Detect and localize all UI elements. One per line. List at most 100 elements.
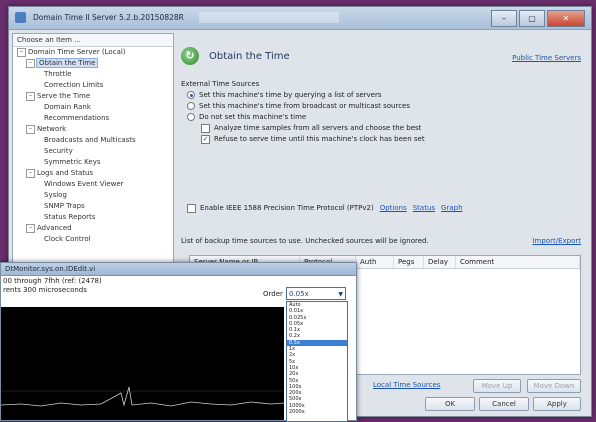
tree-item-label: Syslog	[44, 191, 67, 199]
ptp-options-link[interactable]: Options	[380, 204, 407, 212]
tree-item-label: Domain Rank	[44, 103, 91, 111]
option-label: Set this machine's time from broadcast o…	[199, 102, 411, 110]
tree-item-label: Serve the Time	[37, 92, 91, 100]
tree-item-label: Correction Limits	[44, 81, 104, 89]
source-radio-option[interactable]: Do not set this machine's time	[187, 112, 306, 122]
column-header[interactable]: Comment	[456, 256, 580, 268]
order-select-value: 0.05x	[289, 290, 309, 298]
maximize-button[interactable]: ▢	[519, 10, 545, 27]
tree-item[interactable]: – Obtain the Time	[13, 58, 173, 69]
tree-item[interactable]: Syslog	[13, 190, 173, 201]
collapse-icon[interactable]: –	[26, 58, 35, 68]
column-header[interactable]: Auth	[356, 256, 394, 268]
monitor-plot	[1, 307, 284, 420]
collapse-icon[interactable]: –	[26, 168, 35, 178]
tree-item[interactable]: Domain Rank	[13, 102, 173, 113]
tree-item[interactable]: Throttle	[13, 69, 173, 80]
tree-item-label: Domain Time Server (Local)	[28, 48, 126, 56]
ptp-checkbox[interactable]	[187, 203, 196, 213]
move-up-button[interactable]: Move Up	[473, 379, 521, 393]
radio-button[interactable]	[187, 91, 195, 99]
public-time-servers-link[interactable]: Public Time Servers	[512, 54, 581, 62]
page-title: Obtain the Time	[209, 51, 290, 62]
tree-item-label: Network	[37, 125, 67, 133]
source-check-option[interactable]: ✓ Refuse to serve time until this machine…	[201, 134, 425, 144]
order-select[interactable]: 0.05x ▼	[286, 287, 346, 300]
import-export-link[interactable]: Import/Export	[532, 237, 581, 245]
column-header[interactable]: Pegs	[394, 256, 424, 268]
move-down-button[interactable]: Move Down	[527, 379, 581, 393]
choose-item-header[interactable]: Choose an Item ...	[13, 34, 173, 47]
tree-item-label: Symmetric Keys	[44, 158, 101, 166]
local-time-sources-link[interactable]: Local Time Sources	[373, 381, 440, 389]
tree-item-label: Throttle	[44, 70, 72, 78]
tree-item[interactable]: Correction Limits	[13, 80, 173, 91]
plot-trace	[1, 386, 284, 407]
tree-item[interactable]: – Network	[13, 124, 173, 135]
tree-item[interactable]: Broadcasts and Multicasts	[13, 135, 173, 146]
ok-button[interactable]: OK	[425, 397, 475, 411]
option-label: Do not set this machine's time	[199, 113, 307, 121]
external-sources-label: External Time Sources	[181, 80, 260, 88]
window-title: Domain Time II Server 5.2.b.20150828R	[33, 13, 184, 22]
tree-item[interactable]: Symmetric Keys	[13, 157, 173, 168]
title-bar-blur	[199, 12, 339, 23]
order-label: Order	[263, 290, 283, 298]
source-radio-option[interactable]: Set this machine's time by querying a li…	[187, 90, 382, 100]
backup-sources-label: List of backup time sources to use. Unch…	[181, 237, 429, 245]
collapse-icon[interactable]: –	[26, 91, 35, 101]
tree-item-label: Logs and Status	[37, 169, 94, 177]
tree-item[interactable]: SNMP Traps	[13, 201, 173, 212]
ptp-status-link[interactable]: Status	[413, 204, 435, 212]
tree-item-label: Security	[44, 147, 73, 155]
column-header[interactable]: Delay	[424, 256, 456, 268]
tree-item[interactable]: – Serve the Time	[13, 91, 173, 102]
monitor-info: 00 through 7fhh (ref: (2478) rents 300 m…	[3, 277, 102, 295]
monitor-window: DtMonitor.sys.on.IDEdit.vi 00 through 7f…	[0, 262, 357, 422]
chevron-down-icon[interactable]: ▼	[338, 288, 343, 301]
cancel-button[interactable]: Cancel	[479, 397, 529, 411]
option-label: Set this machine's time by querying a li…	[199, 91, 382, 99]
tree-item-label: Advanced	[37, 224, 72, 232]
collapse-icon[interactable]: –	[26, 223, 35, 233]
monitor-info-line: rents 300 microseconds	[3, 286, 87, 294]
ptp-option[interactable]: Enable IEEE 1588 Precision Time Protocol…	[187, 203, 463, 213]
source-radio-option[interactable]: Set this machine's time from broadcast o…	[187, 101, 410, 111]
radio-button[interactable]	[187, 113, 195, 121]
tree-item[interactable]: Clock Control	[13, 234, 173, 245]
tree-item[interactable]: – Domain Time Server (Local)	[13, 47, 173, 58]
tree-item-label: Broadcasts and Multicasts	[44, 136, 136, 144]
collapse-icon[interactable]: –	[17, 47, 26, 57]
option-label: Analyze time samples from all servers an…	[214, 124, 422, 132]
ptp-graph-link[interactable]: Graph	[441, 204, 462, 212]
order-dropdown-list[interactable]: Auto 0.01x 0.025x 0.05x 0.1x 0.2x 0.5x 1x 2x 5x 10…	[286, 301, 348, 422]
checkbox[interactable]	[201, 123, 210, 133]
tree-item-label: Clock Control	[44, 235, 91, 243]
tree-item[interactable]: Security	[13, 146, 173, 157]
collapse-icon[interactable]: –	[26, 124, 35, 134]
tree-item[interactable]: Recommendations	[13, 113, 173, 124]
tree-item-label: SNMP Traps	[44, 202, 85, 210]
sync-clock-icon: ↻	[181, 47, 199, 65]
tree-item[interactable]: – Logs and Status	[13, 168, 173, 179]
tree-item-label: Windows Event Viewer	[44, 180, 124, 188]
tree-item-label: Status Reports	[44, 213, 96, 221]
tree-item-label: Recommendations	[44, 114, 110, 122]
option-label: Refuse to serve time until this machine'…	[214, 135, 425, 143]
tree-item[interactable]: Windows Event Viewer	[13, 179, 173, 190]
monitor-title-bar[interactable]: DtMonitor.sys.on.IDEdit.vi	[1, 263, 356, 276]
tree-item[interactable]: – Advanced	[13, 223, 173, 234]
close-button[interactable]: ✕	[547, 10, 585, 27]
monitor-info-line: 00 through 7fhh (ref: (2478)	[3, 277, 102, 285]
radio-button[interactable]	[187, 102, 195, 110]
tree-list: – Domain Time Server (Local) – Obtain the T…	[13, 47, 173, 245]
app-icon	[15, 12, 26, 23]
dropdown-option[interactable]: 2000x	[287, 409, 347, 415]
checkbox[interactable]: ✓	[201, 134, 210, 144]
tree-item-label: Obtain the Time	[35, 58, 99, 68]
tree-item[interactable]: Status Reports	[13, 212, 173, 223]
title-bar[interactable]: Domain Time II Server 5.2.b.20150828R – …	[9, 7, 591, 30]
source-check-option[interactable]: Analyze time samples from all servers an…	[201, 123, 421, 133]
apply-button[interactable]: Apply	[533, 397, 581, 411]
minimize-button[interactable]: –	[491, 10, 517, 27]
